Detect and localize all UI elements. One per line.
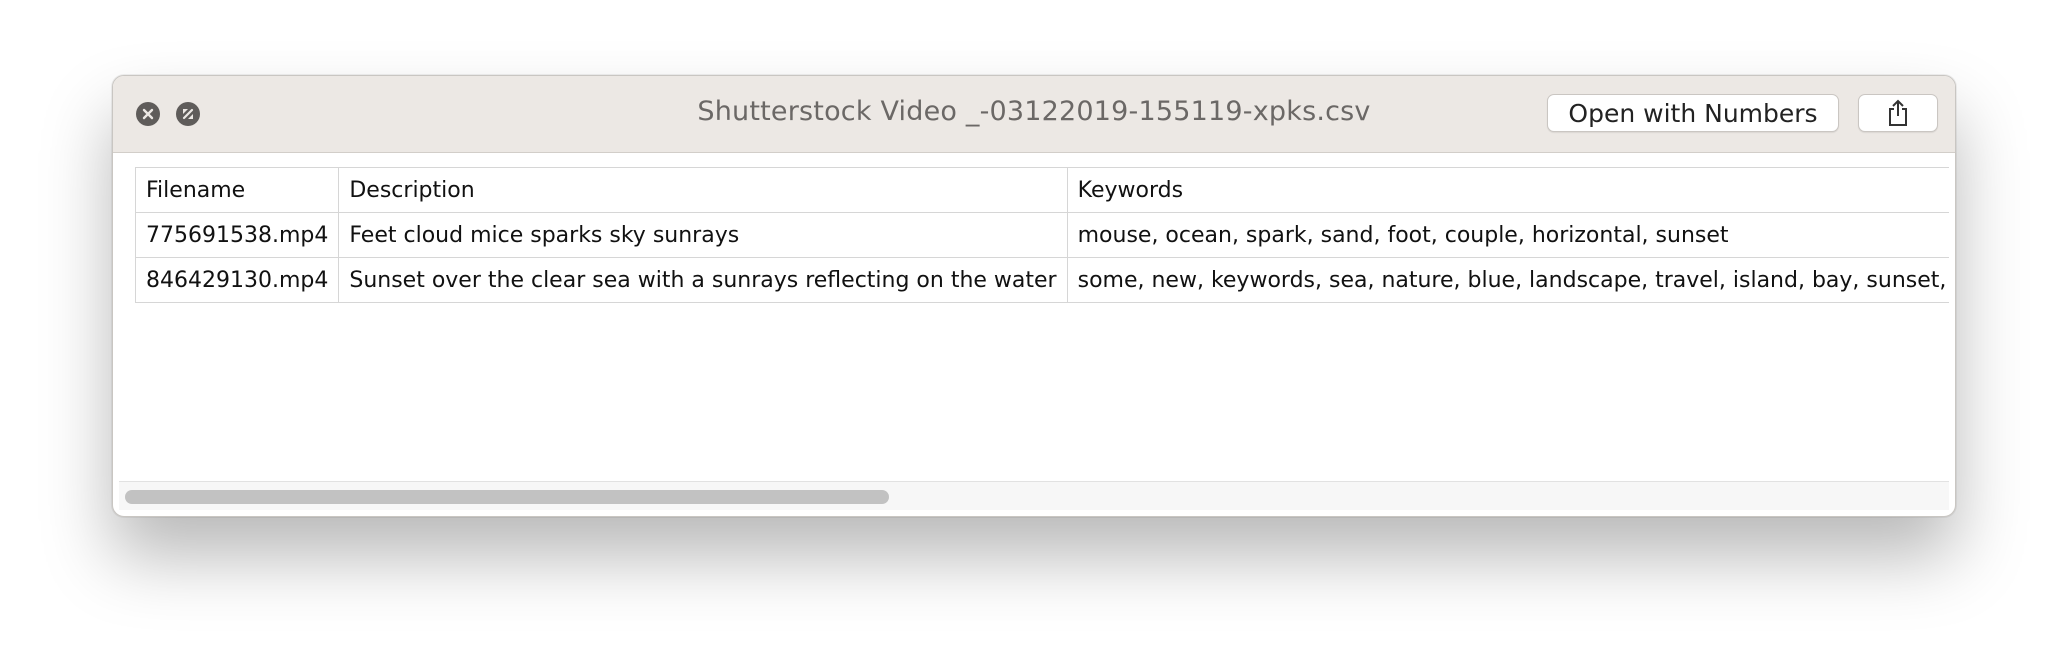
csv-preview-area: Filename Description Keywords 775691538.…: [119, 153, 1949, 510]
title-bar: Shutterstock Video _-03122019-155119-xpk…: [113, 76, 1955, 153]
table-row: 846429130.mp4 Sunset over the clear sea …: [134, 257, 1949, 303]
table-row: 775691538.mp4 Feet cloud mice sparks sky…: [134, 212, 1949, 258]
quicklook-window: Shutterstock Video _-03122019-155119-xpk…: [112, 75, 1956, 517]
table-header-row: Filename Description Keywords: [134, 167, 1949, 213]
header-keywords: Keywords: [1066, 167, 1949, 213]
cell-keywords: mouse, ocean, spark, sand, foot, couple,…: [1066, 212, 1949, 258]
header-description: Description: [338, 167, 1068, 213]
header-filename: Filename: [134, 167, 340, 213]
horizontal-scrollbar[interactable]: [119, 481, 1949, 510]
cell-filename: 846429130.mp4: [134, 257, 340, 303]
cell-description: Feet cloud mice sparks sky sunrays: [338, 212, 1068, 258]
csv-table: Filename Description Keywords 775691538.…: [134, 167, 1949, 303]
open-with-numbers-button[interactable]: Open with Numbers: [1547, 94, 1839, 132]
cell-description: Sunset over the clear sea with a sunrays…: [338, 257, 1068, 303]
share-button[interactable]: [1858, 94, 1938, 132]
share-icon: [1889, 99, 1907, 126]
cell-filename: 775691538.mp4: [134, 212, 340, 258]
cell-keywords: some, new, keywords, sea, nature, blue, …: [1066, 257, 1949, 303]
horizontal-scroll-thumb[interactable]: [125, 490, 889, 504]
